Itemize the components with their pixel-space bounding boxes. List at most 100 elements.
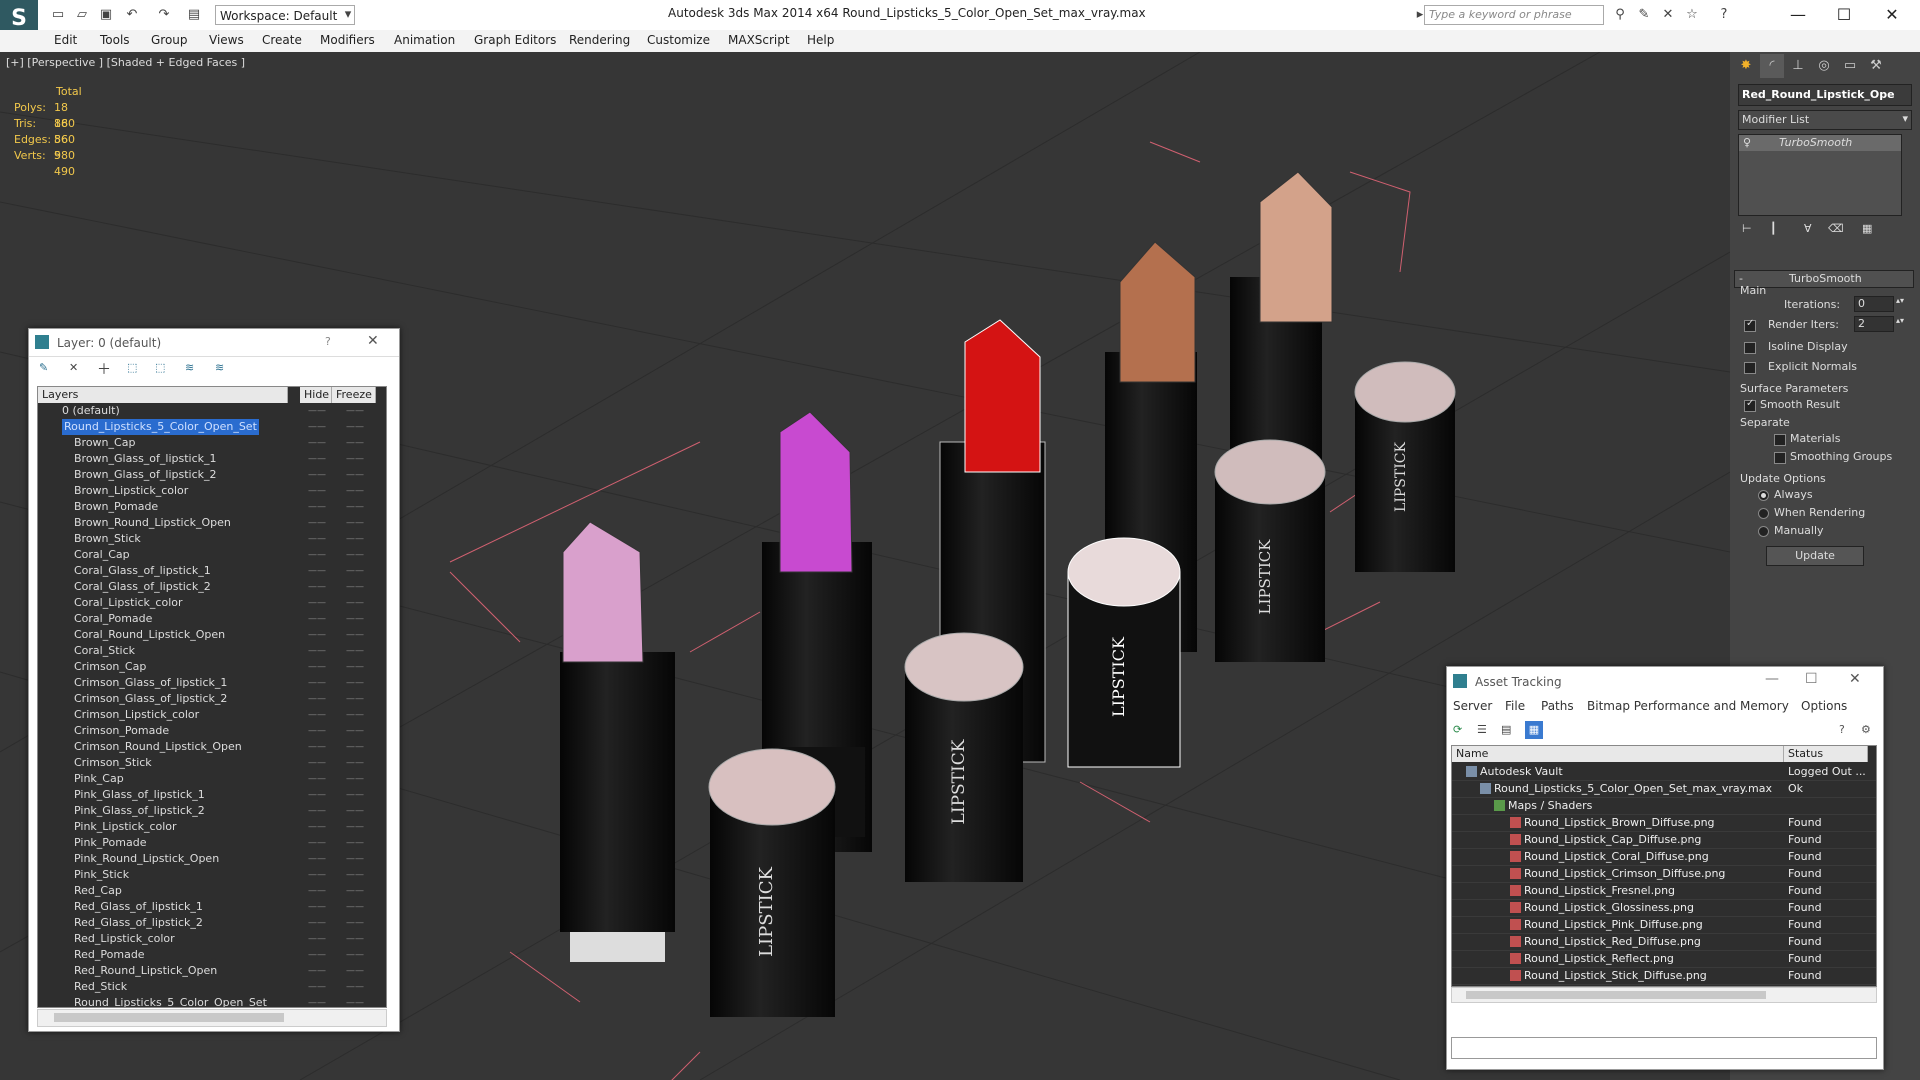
asset-row[interactable]: Round_Lipstick_Reflect.png Found [1452, 950, 1876, 968]
close-icon[interactable]: ✕ [1849, 671, 1861, 687]
freeze-toggle[interactable]: —— [346, 739, 364, 755]
menu-tools[interactable]: Tools [100, 33, 130, 47]
create-tab-icon[interactable]: ✸ [1734, 54, 1758, 78]
freeze-toggle[interactable]: —— [346, 643, 364, 659]
minimize-button[interactable]: — [1778, 3, 1818, 27]
asset-table[interactable]: Name Status Autodesk Vault Logged Out ...… [1451, 745, 1877, 987]
make-unique-icon[interactable]: ∀ [1804, 222, 1812, 235]
hide-toggle[interactable]: —— [308, 947, 326, 963]
layer-row[interactable]: Crimson_Cap —— —— [38, 659, 386, 675]
hide-toggle[interactable]: —— [308, 675, 326, 691]
freeze-toggle[interactable]: —— [346, 435, 364, 451]
materials-checkbox[interactable] [1774, 434, 1786, 446]
menu-paths[interactable]: Paths [1541, 699, 1574, 713]
select-in-layer-icon[interactable]: ⬚ [127, 361, 137, 374]
hide-toggle[interactable]: —— [308, 723, 326, 739]
modifier-list-dropdown[interactable]: Modifier List ▾ [1738, 110, 1912, 130]
maximize-button[interactable]: ☐ [1824, 3, 1864, 27]
horizontal-scrollbar[interactable] [37, 1009, 387, 1027]
freeze-toggle[interactable]: —— [346, 851, 364, 867]
asset-row[interactable]: Round_Lipstick_Fresnel.png Found [1452, 882, 1876, 900]
freeze-toggle[interactable]: —— [346, 707, 364, 723]
hide-toggle[interactable]: —— [308, 963, 326, 979]
freeze-toggle[interactable]: —— [346, 403, 364, 419]
hide-toggle[interactable]: —— [308, 755, 326, 771]
menu-help[interactable]: Help [807, 33, 834, 47]
hide-toggle[interactable]: —— [308, 563, 326, 579]
hide-toggle[interactable]: —— [308, 515, 326, 531]
menu-group[interactable]: Group [151, 33, 188, 47]
hide-toggle[interactable]: —— [308, 499, 326, 515]
freeze-toggle[interactable]: —— [346, 515, 364, 531]
render-iters-checkbox[interactable]: ✓ [1744, 318, 1756, 332]
freeze-toggle[interactable]: —— [346, 419, 364, 435]
asset-row[interactable]: Round_Lipstick_Red_Diffuse.png Found [1452, 933, 1876, 951]
col-freeze[interactable]: Freeze [332, 387, 376, 403]
horizontal-scrollbar[interactable] [1451, 987, 1877, 1003]
freeze-all-icon[interactable]: ≋ [215, 361, 224, 374]
layer-row[interactable]: Brown_Pomade —— —— [38, 499, 386, 515]
binoculars-icon[interactable]: ⚲ [1612, 7, 1628, 23]
layer-row[interactable]: Pink_Round_Lipstick_Open —— —— [38, 851, 386, 867]
freeze-toggle[interactable]: —— [346, 963, 364, 979]
hide-toggle[interactable]: —— [308, 531, 326, 547]
col-layers[interactable]: Layers [38, 387, 288, 403]
menu-create[interactable]: Create [262, 33, 302, 47]
layer-row[interactable]: Brown_Glass_of_lipstick_1 —— —— [38, 451, 386, 467]
settings-icon[interactable]: ⚙ [1861, 723, 1871, 736]
menu-customize[interactable]: Customize [647, 33, 710, 47]
menu-animation[interactable]: Animation [394, 33, 455, 47]
menu-bitmap-performance[interactable]: Bitmap Performance and Memory [1587, 699, 1789, 713]
manually-radio[interactable] [1758, 526, 1769, 537]
smoothing-groups-checkbox[interactable] [1774, 452, 1786, 464]
motion-tab-icon[interactable]: ◎ [1812, 54, 1836, 78]
layer-row[interactable]: Red_Cap —— —— [38, 883, 386, 899]
layer-row[interactable]: Pink_Pomade —— —— [38, 835, 386, 851]
layer-row[interactable]: Round_Lipsticks_5_Color_Open_Set —— —— [38, 995, 386, 1007]
hide-toggle[interactable]: —— [308, 995, 326, 1007]
menu-file[interactable]: File [1505, 699, 1525, 713]
col-hide[interactable]: Hide [300, 387, 332, 403]
freeze-toggle[interactable]: —— [346, 723, 364, 739]
freeze-toggle[interactable]: —— [346, 771, 364, 787]
hide-toggle[interactable]: —— [308, 867, 326, 883]
freeze-toggle[interactable]: —— [346, 547, 364, 563]
asset-row[interactable]: Maps / Shaders [1452, 797, 1876, 815]
layer-row[interactable]: Red_Glass_of_lipstick_2 —— —— [38, 915, 386, 931]
delete-layer-icon[interactable]: ✕ [69, 361, 78, 374]
asset-row[interactable]: Round_Lipstick_Glossiness.png Found [1452, 899, 1876, 917]
freeze-toggle[interactable]: —— [346, 595, 364, 611]
freeze-toggle[interactable]: —— [346, 835, 364, 851]
freeze-toggle[interactable]: —— [346, 899, 364, 915]
freeze-toggle[interactable]: —— [346, 531, 364, 547]
layer-row[interactable]: Pink_Cap —— —— [38, 771, 386, 787]
hide-toggle[interactable]: —— [308, 707, 326, 723]
layer-row[interactable]: Pink_Stick —— —— [38, 867, 386, 883]
menu-server[interactable]: Server [1453, 699, 1492, 713]
object-name-field[interactable]: Red_Round_Lipstick_Ope [1738, 84, 1912, 106]
layer-row[interactable]: Pink_Glass_of_lipstick_2 —— —— [38, 803, 386, 819]
chevron-down-icon[interactable]: ▾ [340, 7, 356, 23]
freeze-toggle[interactable]: —— [346, 563, 364, 579]
freeze-toggle[interactable]: —— [346, 915, 364, 931]
list-view-icon[interactable]: ☰ [1477, 723, 1487, 736]
layer-row[interactable]: Coral_Lipstick_color —— —— [38, 595, 386, 611]
open-file-icon[interactable]: ▱ [74, 7, 90, 23]
redo-icon[interactable]: ↷ [156, 7, 172, 23]
layer-row[interactable]: Red_Lipstick_color —— —— [38, 931, 386, 947]
show-end-result-icon[interactable]: ┃ [1770, 222, 1777, 235]
hide-toggle[interactable]: —— [308, 611, 326, 627]
freeze-toggle[interactable]: —— [346, 995, 364, 1007]
freeze-toggle[interactable]: —— [346, 611, 364, 627]
close-icon[interactable]: ✕ [367, 333, 379, 349]
layer-list[interactable]: Layers Hide Freeze 0 (default) —— —— Round_… [37, 386, 387, 1008]
freeze-toggle[interactable]: —— [346, 627, 364, 643]
layer-row[interactable]: Brown_Stick —— —— [38, 531, 386, 547]
freeze-toggle[interactable]: —— [346, 931, 364, 947]
hide-toggle[interactable]: —— [308, 883, 326, 899]
layer-row[interactable]: Pink_Glass_of_lipstick_1 —— —— [38, 787, 386, 803]
freeze-toggle[interactable]: —— [346, 787, 364, 803]
hide-toggle[interactable]: —— [308, 851, 326, 867]
layer-row[interactable]: Brown_Cap —— —— [38, 435, 386, 451]
menu-options[interactable]: Options [1801, 699, 1847, 713]
